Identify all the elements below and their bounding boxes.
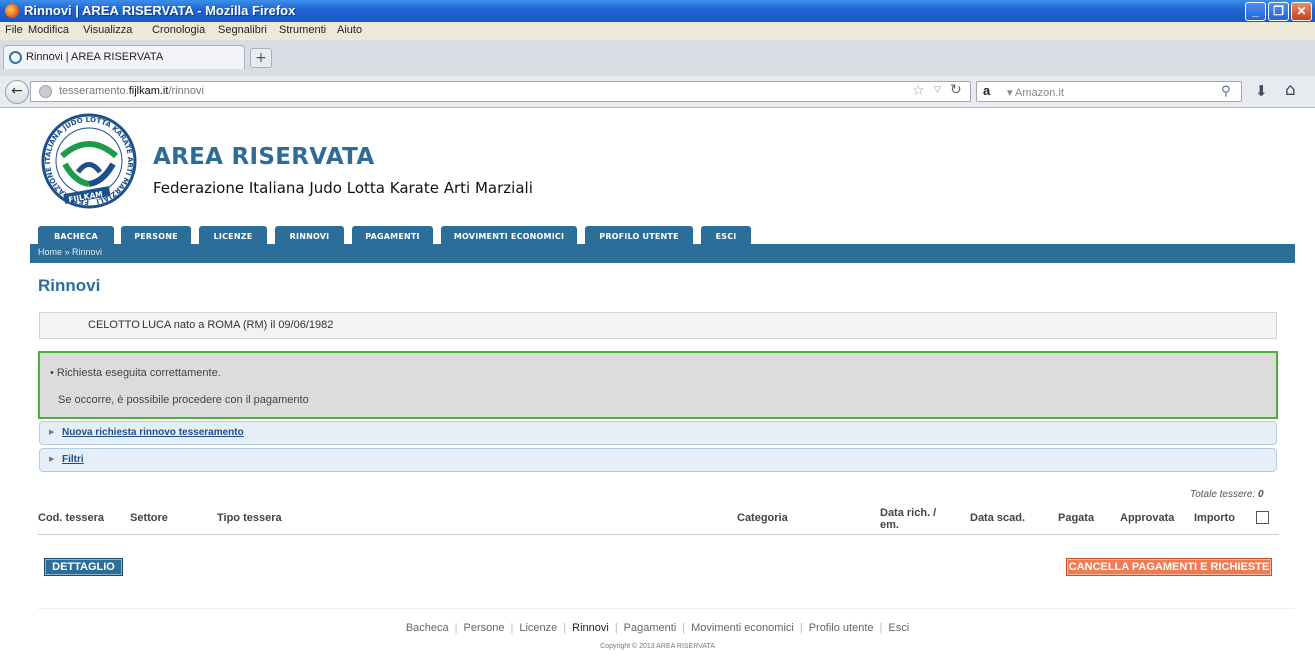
caret-right-icon: ▶ [49,429,55,436]
nav-tab-rinnovi[interactable]: RINNOVI [275,226,344,245]
minimize-button[interactable]: _ [1245,2,1266,21]
back-button[interactable]: ← [5,80,29,104]
success-message-box: • Richiesta eseguita correttamente. Se o… [38,351,1278,419]
col-cod-tessera[interactable]: Cod. tessera [38,512,104,524]
site-subtitle: Federazione Italiana Judo Lotta Karate A… [153,179,533,197]
menu-visualizza[interactable]: Visualizza [83,24,132,36]
breadcrumb[interactable]: Home » Rinnovi [38,247,102,257]
footer-divider [38,608,1295,609]
nav-tab-profilo-utente[interactable]: PROFILO UTENTE [585,226,693,245]
main-navigation: BACHECA PERSONE LICENZE RINNOVI PAGAMENT… [0,226,1295,263]
nav-tab-bacheca[interactable]: BACHECA [38,226,114,245]
menu-modifica[interactable]: Modifica [28,24,69,36]
maximize-button[interactable]: ❐ [1268,2,1289,21]
menu-segnalibri[interactable]: Segnalibri [218,24,267,36]
menu-bar: File Modifica Visualizza Cronologia Segn… [0,22,1315,40]
person-info-box: CELOTTO LUCA nato a ROMA (RM) il 09/06/1… [39,312,1277,339]
new-tab-button[interactable]: + [250,48,272,68]
address-bar[interactable]: tesseramento.fijlkam.it/rinnovi ☆ ▽ ↻ [30,81,971,102]
address-url: tesseramento.fijlkam.it/rinnovi [59,85,204,97]
nav-tab-esci[interactable]: ESCI [701,226,751,245]
footer-link-rinnovi[interactable]: Rinnovi [572,622,609,634]
col-pagata[interactable]: Pagata [1058,512,1094,524]
menu-file[interactable]: File [5,24,23,36]
tab-rinnovi[interactable]: Rinnovi | AREA RISERVATA [3,45,245,69]
caret-right-icon: ▶ [49,456,55,463]
col-categoria[interactable]: Categoria [737,512,788,524]
amazon-logo-icon[interactable]: a [983,83,990,98]
accordion-filters-label[interactable]: Filtri [62,454,84,465]
nav-bar-background [30,244,1295,263]
nav-tab-persone[interactable]: PERSONE [121,226,191,245]
accordion-new-request-label[interactable]: Nuova richiesta rinnovo tesseramento [62,427,244,438]
person-surname: CELOTTO [88,319,140,331]
footer-navigation: Bacheca | Persone | Licenze | Rinnovi | Pagament… [405,622,910,634]
reload-icon[interactable]: ↻ [950,82,962,98]
accordion-filters[interactable]: ▶ Filtri [39,448,1277,472]
home-icon[interactable]: ⌂ [1285,80,1296,100]
favicon-icon [9,51,22,64]
dettaglio-button[interactable]: DETTAGLIO [44,558,123,576]
firefox-logo-icon [5,4,19,18]
close-button[interactable]: ✕ [1291,2,1312,21]
nav-tab-pagamenti[interactable]: PAGAMENTI [352,226,433,245]
window-title: Rinnovi | AREA RISERVATA - Mozilla Firef… [24,3,296,18]
window-titlebar: Rinnovi | AREA RISERVATA - Mozilla Firef… [0,0,1315,22]
site-title: AREA RISERVATA [153,144,375,170]
tab-label: Rinnovi | AREA RISERVATA [26,51,164,63]
history-dropdown-icon[interactable]: ▽ [934,85,941,95]
col-approvata[interactable]: Approvata [1120,512,1174,524]
cancel-payments-button[interactable]: CANCELLA PAGAMENTI E RICHIESTE [1066,558,1272,576]
bookmark-star-icon[interactable]: ☆ [912,83,925,99]
totals-count: Totale tessere: 0 [1190,489,1264,500]
col-data-richiesta[interactable]: Data rich. / em. [880,507,936,531]
col-data-scadenza[interactable]: Data scad. [970,512,1025,524]
page-content: FEDERAZIONE ITALIANA JUDO LOTTA KARATE A… [0,109,1315,660]
navigation-bar: ← tesseramento.fijlkam.it/rinnovi ☆ ▽ ↻ … [0,76,1315,108]
menu-aiuto[interactable]: Aiuto [337,24,362,36]
nav-tab-licenze[interactable]: LICENZE [199,226,267,245]
tab-strip: Rinnovi | AREA RISERVATA + [0,40,1315,76]
footer-link-esci[interactable]: Esci [888,622,909,634]
footer-link-licenze[interactable]: Licenze [519,622,557,634]
accordion-new-request[interactable]: ▶ Nuova richiesta rinnovo tesseramento [39,421,1277,445]
menu-strumenti[interactable]: Strumenti [279,24,326,36]
person-details: LUCA nato a ROMA (RM) il 09/06/1982 [142,319,334,331]
footer-link-movimenti-economici[interactable]: Movimenti economici [691,622,794,634]
search-placeholder: ▾ Amazon.it [1007,87,1064,99]
search-magnifier-icon[interactable]: ⚲ [1221,84,1231,99]
select-all-checkbox[interactable] [1256,511,1269,524]
footer-link-profilo-utente[interactable]: Profilo utente [809,622,874,634]
fijlkam-logo: FEDERAZIONE ITALIANA JUDO LOTTA KARATE A… [41,113,137,209]
download-icon[interactable]: ⬇ [1255,82,1268,100]
footer-link-persone[interactable]: Persone [464,622,505,634]
col-importo[interactable]: Importo [1194,512,1235,524]
copyright: Copyright © 2013 AREA RISERVATA [600,643,715,650]
page-title: Rinnovi [38,276,101,295]
globe-icon [39,85,52,98]
search-bar[interactable]: a ▾ Amazon.it ⚲ [976,81,1242,102]
menu-cronologia[interactable]: Cronologia [152,24,205,36]
success-message: • Richiesta eseguita correttamente. [50,367,221,379]
footer-link-pagamenti[interactable]: Pagamenti [624,622,677,634]
table-divider [38,534,1279,535]
footer-link-bacheca[interactable]: Bacheca [406,622,449,634]
payment-hint-message: Se occorre, è possibile procedere con il… [58,394,309,406]
col-tipo-tessera[interactable]: Tipo tessera [217,512,282,524]
col-settore[interactable]: Settore [130,512,168,524]
nav-tab-movimenti-economici[interactable]: MOVIMENTI ECONOMICI [441,226,577,245]
